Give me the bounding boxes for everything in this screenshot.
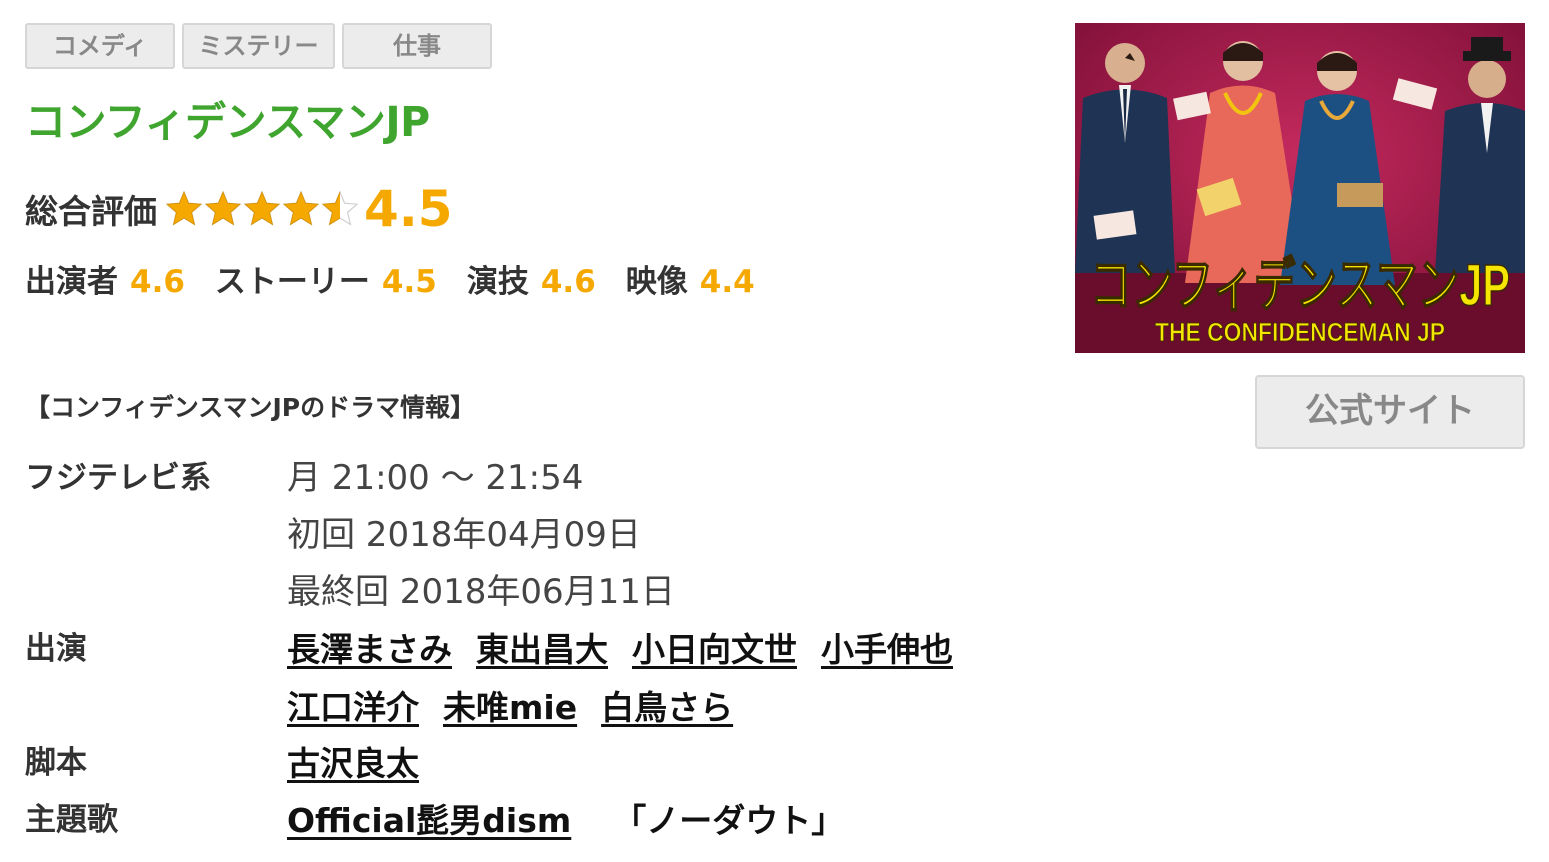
theme-song-label: 主題歌 — [25, 802, 118, 838]
sub-rating-label: 映像 — [625, 264, 688, 300]
cast-link[interactable]: 小手伸也 — [821, 630, 953, 669]
official-site-button[interactable]: 公式サイト — [1255, 375, 1525, 449]
screenplay-row: 脚本 古沢良太 — [25, 735, 443, 793]
tag-comedy[interactable]: コメディ — [25, 23, 175, 69]
cast-row: 出演 長澤まさみ 東出昌大 小日向文世 小手伸也 江口洋介 未唯mie 白鳥さら — [25, 621, 977, 737]
sub-rating-story: ストーリー 4.5 — [215, 256, 437, 301]
sub-rating-label: 演技 — [466, 264, 529, 300]
cast-link[interactable]: 長澤まさみ — [287, 630, 452, 669]
rating-stars — [165, 190, 360, 228]
overall-rating-label: 総合評価 — [25, 192, 157, 231]
tag-work[interactable]: 仕事 — [342, 23, 492, 69]
poster-logo-text: コンフィデンスマンJP — [1090, 253, 1510, 318]
page-title: コンフィデンスマンJP — [25, 98, 430, 146]
overall-rating-score: 4.5 — [364, 180, 453, 238]
cast-link[interactable]: 未唯mie — [443, 688, 577, 727]
broadcast-last-date: 最終回 2018年06月11日 — [287, 572, 675, 612]
star-icon — [165, 190, 203, 226]
star-icon — [282, 190, 320, 226]
cast-value: 長澤まさみ 東出昌大 小日向文世 小手伸也 江口洋介 未唯mie 白鳥さら — [287, 621, 977, 737]
sub-rating-score: 4.4 — [699, 264, 755, 300]
sub-rating-score: 4.6 — [130, 264, 185, 300]
tag-mystery[interactable]: ミステリー — [182, 23, 335, 69]
broadcast-value: 月 21:00 ～ 21:54 初回 2018年04月09日 最終回 2018年… — [287, 450, 675, 621]
theme-song-value: Official髭男dism 「ノーダウト」 — [287, 792, 844, 850]
sub-ratings: 出演者 4.6 ストーリー 4.5 演技 4.6 映像 4.4 — [25, 256, 785, 301]
poster-artwork: コンフィデンスマンJP THE CONFIDENCEMAN JP — [1075, 23, 1525, 353]
cast-link[interactable]: 東出昌大 — [476, 630, 608, 669]
broadcast-schedule: 月 21:00 ～ 21:54 — [287, 458, 584, 498]
star-icon — [243, 190, 281, 226]
star-icon — [321, 190, 359, 226]
cast-link[interactable]: 江口洋介 — [287, 688, 419, 727]
cast-link[interactable]: 小日向文世 — [632, 630, 797, 669]
screenplay-value: 古沢良太 — [287, 735, 443, 793]
sub-rating-visuals: 映像 4.4 — [626, 256, 755, 301]
sub-rating-score: 4.5 — [381, 264, 437, 300]
theme-artist-link[interactable]: Official髭男dism — [287, 801, 571, 840]
overall-rating: 総合評価 4.5 — [25, 180, 453, 238]
drama-info-heading: 【コンフィデンスマンJPのドラマ情報】 — [25, 393, 476, 422]
broadcast-label: フジテレビ系 — [25, 460, 211, 496]
broadcast-row: フジテレビ系 月 21:00 ～ 21:54 初回 2018年04月09日 最終… — [25, 450, 675, 621]
sub-rating-acting: 演技 4.6 — [467, 256, 596, 301]
sub-rating-label: 出演者 — [25, 264, 118, 300]
star-icon — [204, 190, 242, 226]
sub-rating-score: 4.6 — [540, 264, 596, 300]
drama-poster-image: コンフィデンスマンJP THE CONFIDENCEMAN JP — [1075, 23, 1525, 353]
sub-rating-cast: 出演者 4.6 — [25, 256, 185, 301]
screenplay-label: 脚本 — [25, 745, 87, 781]
poster-logo-subtitle: THE CONFIDENCEMAN JP — [1155, 317, 1445, 347]
genre-tags: コメディ ミステリー 仕事 — [25, 23, 492, 69]
broadcast-first-date: 初回 2018年04月09日 — [287, 515, 641, 555]
theme-song-row: 主題歌 Official髭男dism 「ノーダウト」 — [25, 792, 844, 850]
cast-link[interactable]: 白鳥さら — [601, 688, 733, 727]
screenwriter-link[interactable]: 古沢良太 — [287, 744, 419, 783]
theme-song-title: 「ノーダウト」 — [613, 801, 845, 840]
sub-rating-label: ストーリー — [214, 264, 370, 300]
cast-label: 出演 — [25, 631, 87, 667]
